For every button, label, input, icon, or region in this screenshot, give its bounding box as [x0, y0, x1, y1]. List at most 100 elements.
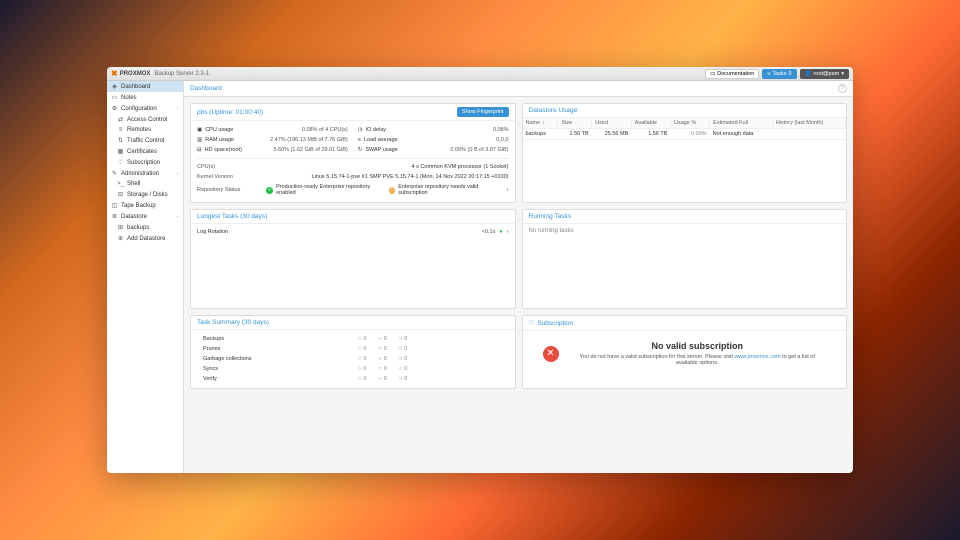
circle-icon: ○ [399, 366, 402, 372]
running-tasks-panel: Running Tasks No running tasks [522, 209, 848, 309]
sidebar: ◈Dashboard▭Notes⚙Configuration−⇄Access C… [107, 81, 184, 473]
chevron-right-icon[interactable]: › [507, 229, 509, 235]
stat-label: SWAP usage [365, 147, 397, 153]
summary-row: Syncs○ 0○ 0○ 0 [197, 364, 509, 374]
nav-label: Notes [121, 95, 137, 101]
tasks-button[interactable]: ≡Tasks 0 [762, 69, 796, 79]
nav-icon: ≣ [111, 213, 118, 220]
list-icon: ≡ [767, 71, 770, 77]
collapse-icon[interactable]: − [176, 171, 179, 177]
help-button[interactable]: ? [838, 84, 847, 93]
stat-icon: ≡ [358, 137, 361, 143]
host-status-panel: pbs (Uptime: 01:00:40) Show Fingerprint … [190, 103, 516, 203]
logo: ✖ PROXMOX [111, 69, 150, 78]
info-value: Linux 5.15.74-1-pve #1 SMP PVE 5.15.74-1… [267, 174, 509, 180]
stat-value: 2.47% (196.13 MiB of 7.76 GiB) [270, 137, 348, 143]
nav-label: backups [127, 225, 149, 231]
check-icon: ● [499, 229, 502, 235]
stat-label: Load average [364, 137, 398, 143]
datastore-usage-panel: Datastore Usage Name ↑SizeUsedAvailableU… [522, 103, 848, 203]
sidebar-item-notes[interactable]: ▭Notes [107, 92, 183, 103]
breadcrumb: Dashboard ? [184, 81, 853, 97]
circle-icon: ○ [378, 366, 381, 372]
subscription-heading: No valid subscription [569, 341, 827, 351]
nav-label: Configuration [121, 106, 157, 112]
table-row[interactable]: backups 1.56 TB 25.56 MB 1.56 TB 0.00% N… [523, 129, 846, 140]
stat-value: 5.60% (1.62 GiB of 29.01 GiB) [273, 147, 347, 153]
nav-icon: ◈ [111, 83, 118, 90]
proxmox-icon: ✖ [111, 69, 118, 78]
nav-icon: ♡ [117, 159, 124, 166]
panel-title: Running Tasks [529, 213, 572, 220]
circle-icon: ○ [399, 336, 402, 342]
column-header[interactable]: Estimated Full [710, 118, 773, 129]
chevron-down-icon: ▾ [841, 71, 844, 77]
circle-icon: ○ [378, 356, 381, 362]
nav-icon: ▭ [111, 94, 118, 101]
topbar: ✖ PROXMOX Backup Server 2.3-1 ▭Documenta… [107, 67, 853, 81]
info-key: CPU(s) [197, 164, 267, 170]
stat-label: RAM usage [205, 137, 234, 143]
proxmox-link[interactable]: www.proxmox.com [734, 354, 780, 360]
check-icon: ✓ [266, 187, 273, 194]
nav-icon: ≡ [117, 127, 124, 133]
heart-icon: ♡ [529, 319, 535, 327]
sidebar-item-remotes[interactable]: ≡Remotes [107, 125, 183, 135]
nav-label: Storage / Disks [127, 192, 168, 198]
nav-icon: ⊕ [117, 235, 124, 242]
page-title: Dashboard [190, 85, 222, 92]
book-icon: ▭ [710, 71, 715, 77]
nav-label: Add Datastore [127, 236, 165, 242]
sidebar-item-storage-disks[interactable]: ⊟Storage / Disks [107, 189, 183, 200]
column-header[interactable]: Size [558, 118, 592, 129]
summary-row: Prunes○ 0○ 0○ 0 [197, 344, 509, 354]
nav-icon: >_ [117, 181, 124, 187]
panel-title: Datastore Usage [529, 107, 578, 114]
task-row[interactable]: Log Rotation <0.1s ● › [197, 228, 509, 236]
column-header[interactable]: Available [631, 118, 670, 129]
sidebar-item-access-control[interactable]: ⇄Access Control [107, 114, 183, 125]
circle-icon: ○ [358, 336, 361, 342]
subscription-text: You do not have a valid subscription for… [569, 354, 827, 366]
sidebar-item-add-datastore[interactable]: ⊕Add Datastore [107, 233, 183, 244]
sidebar-item-backups[interactable]: ⊞backups [107, 222, 183, 233]
nav-icon: ⚙ [111, 105, 118, 112]
sidebar-item-traffic-control[interactable]: ⇅Traffic Control [107, 135, 183, 146]
column-header[interactable]: Usage % [670, 118, 709, 129]
circle-icon: ○ [399, 376, 402, 382]
sidebar-item-dashboard[interactable]: ◈Dashboard [107, 81, 183, 92]
chevron-right-icon[interactable]: › [507, 187, 509, 193]
sidebar-item-administration[interactable]: ✎Administration − [107, 168, 183, 179]
sidebar-item-tape-backup[interactable]: ◫Tape Backup [107, 200, 183, 211]
stat-icon: ↻ [358, 147, 363, 153]
circle-icon: ○ [358, 366, 361, 372]
stat-icon: ▣ [197, 127, 202, 133]
collapse-icon[interactable]: − [176, 106, 179, 112]
sidebar-item-subscription[interactable]: ♡Subscription [107, 157, 183, 168]
sidebar-item-shell[interactable]: >_Shell [107, 179, 183, 189]
summary-row: Backups○ 0○ 0○ 0 [197, 334, 509, 344]
nav-icon: ✎ [111, 170, 118, 177]
show-fingerprint-button[interactable]: Show Fingerprint [457, 107, 509, 117]
column-header[interactable]: Used [592, 118, 632, 129]
nav-label: Administration [121, 171, 159, 177]
nav-icon: ◫ [111, 202, 118, 209]
sidebar-item-datastore[interactable]: ≣Datastore− [107, 211, 183, 222]
task-summary-panel: Task Summary (30 days) Backups○ 0○ 0○ 0P… [190, 315, 516, 389]
sidebar-item-configuration[interactable]: ⚙Configuration − [107, 103, 183, 114]
datastore-table: Name ↑SizeUsedAvailableUsage %Estimated … [523, 118, 847, 140]
collapse-icon[interactable]: − [176, 214, 179, 220]
sidebar-item-certificates[interactable]: ▦Certificates [107, 146, 183, 157]
circle-icon: ○ [378, 346, 381, 352]
subscription-panel: ♡Subscription ✕ No valid subscription Yo… [522, 315, 848, 389]
nav-label: Remotes [127, 127, 151, 133]
nav-icon: ▦ [117, 148, 124, 155]
nav-label: Certificates [127, 149, 157, 155]
stat-icon: ◷ [358, 127, 363, 133]
user-menu[interactable]: 👤root@pam ▾ [800, 69, 849, 79]
circle-icon: ○ [358, 346, 361, 352]
column-header[interactable]: History (last Month) [772, 118, 845, 129]
documentation-button[interactable]: ▭Documentation [705, 69, 759, 79]
stat-value: 0.00% (0 B of 3.87 GiB) [450, 147, 508, 153]
column-header[interactable]: Name ↑ [523, 118, 558, 129]
